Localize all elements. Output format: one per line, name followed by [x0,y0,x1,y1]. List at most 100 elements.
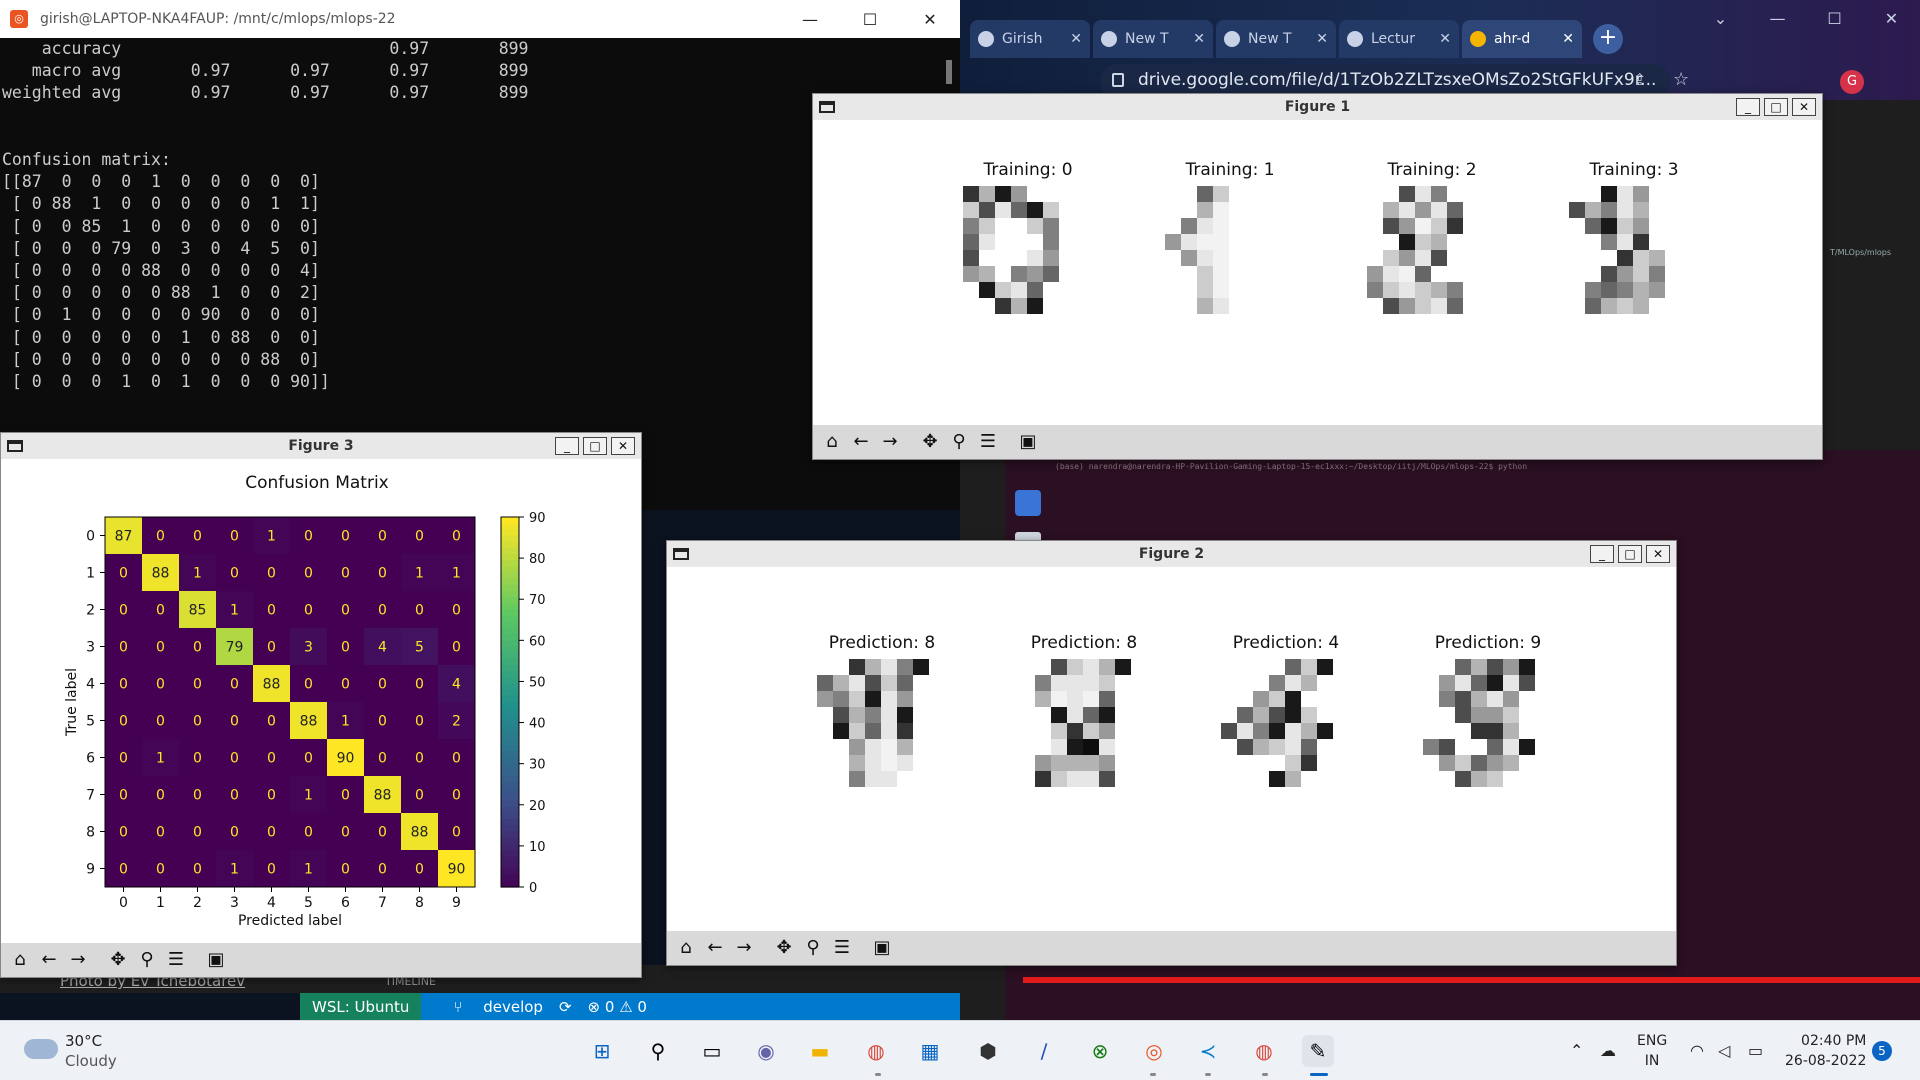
y-tick-label: 2 [86,603,95,619]
weather-temperature[interactable]: 30°C [65,1032,102,1050]
colorbar-segment [501,597,519,604]
browser-tab[interactable]: New T ✕ [1093,20,1213,58]
close-tab-icon[interactable]: ✕ [1562,31,1574,47]
cloud-icon[interactable] [24,1039,58,1059]
close-icon[interactable]: ✕ [611,437,635,455]
configure-icon[interactable]: ☰ [163,947,189,973]
close-icon[interactable]: ✕ [1792,98,1816,116]
cell-value-label: 1 [452,566,461,582]
maximize-icon[interactable]: □ [1618,545,1642,563]
figure-titlebar[interactable]: Figure 2 _ □ ✕ [667,541,1676,567]
zoom-icon[interactable]: ⚲ [800,935,826,961]
minimize-icon[interactable]: _ [1736,98,1760,116]
browser-tab[interactable]: Lectur ✕ [1339,20,1459,58]
colorbar-segment [501,868,519,876]
vscode-icon[interactable]: ≺ [1192,1035,1224,1067]
star-icon[interactable]: ☆ [1673,69,1689,90]
close-tab-icon[interactable]: ✕ [1439,31,1451,47]
mathtype-icon[interactable]: ∕ [1028,1035,1060,1067]
pan-icon[interactable]: ✥ [771,935,797,961]
volume-icon[interactable]: ◁ [1718,1041,1730,1060]
cell-value-label: 0 [230,788,239,804]
zoom-icon[interactable]: ⚲ [134,947,160,973]
lock-icon[interactable] [1112,73,1124,87]
terminal-titlebar[interactable]: ◎ girish@LAPTOP-NKA4FAUP: /mnt/c/mlops/m… [0,0,960,38]
file-explorer-icon[interactable]: ▬ [804,1035,836,1067]
weather-description[interactable]: Cloudy [65,1052,117,1070]
new-tab-button[interactable]: + [1593,24,1623,54]
minimize-icon[interactable]: — [1749,0,1806,38]
home-icon[interactable]: ⌂ [7,947,33,973]
scrollbar[interactable] [946,60,952,84]
minimize-icon[interactable]: _ [1590,545,1614,563]
start-icon[interactable]: ⊞ [586,1035,618,1067]
configure-icon[interactable]: ☰ [975,429,1001,455]
browser-tab[interactable]: New T ✕ [1216,20,1336,58]
wifi-icon[interactable]: ◠ [1690,1041,1704,1060]
figure-titlebar[interactable]: Figure 1 _ □ ✕ [813,94,1822,120]
save-icon[interactable]: ▣ [869,935,895,961]
minimize-icon[interactable]: _ [555,437,579,455]
figure-titlebar[interactable]: Figure 3 _ □ ✕ [1,433,641,459]
xbox-icon[interactable]: ⊗ [1084,1035,1116,1067]
pan-icon[interactable]: ✥ [917,429,943,455]
close-icon[interactable]: ✕ [1863,0,1920,38]
dock-app-icon[interactable] [1015,490,1041,516]
chrome-tab-strip: Girish ✕ New T ✕ New T ✕ Lectur ✕ ahr-d ✕ + [970,18,1623,58]
clock[interactable]: 02:40 PM 26-08-2022 [1785,1031,1866,1071]
problems-indicator[interactable]: ⊗ 0 ⚠ 0 [588,998,647,1016]
task-view-icon[interactable]: ▭ [696,1035,728,1067]
close-icon[interactable]: ✕ [900,10,960,29]
minimize-icon[interactable]: — [780,10,840,29]
url-text[interactable]: drive.google.com/file/d/1TzOb2ZLTzsxeOMs… [1138,70,1656,90]
virtualbox-icon[interactable]: ⬢ [972,1035,1004,1067]
ubuntu-icon[interactable]: ◎ [1138,1035,1170,1067]
browser-tab-active[interactable]: ahr-d ✕ [1462,20,1582,58]
pan-icon[interactable]: ✥ [105,947,131,973]
close-tab-icon[interactable]: ✕ [1193,31,1205,47]
sync-icon[interactable]: ⟳ [559,998,572,1016]
maximize-icon[interactable]: ☐ [1806,0,1863,38]
profile-avatar[interactable]: G [1840,70,1864,94]
back-icon[interactable]: ← [848,429,874,455]
language-indicator[interactable]: ENG IN [1637,1031,1667,1071]
python-figure-icon[interactable]: ✎ [1302,1035,1334,1067]
back-icon[interactable]: ← [36,947,62,973]
cell-value-label: 0 [267,788,276,804]
forward-icon[interactable]: → [65,947,91,973]
home-icon[interactable]: ⌂ [819,429,845,455]
close-tab-icon[interactable]: ✕ [1316,31,1328,47]
configure-icon[interactable]: ☰ [829,935,855,961]
classroom-icon [1347,31,1363,47]
maximize-icon[interactable]: □ [1764,98,1788,116]
back-icon[interactable]: ← [702,935,728,961]
cell-value-label: 2 [452,714,461,730]
chrome-profile-icon[interactable]: ◍ [1248,1035,1280,1067]
notification-badge[interactable]: 5 [1872,1041,1892,1061]
search-icon[interactable]: ⚲ [642,1035,674,1067]
forward-icon[interactable]: → [731,935,757,961]
remote-indicator[interactable]: WSL: Ubuntu [300,993,422,1020]
home-icon[interactable]: ⌂ [673,935,699,961]
colorbar-segment [501,578,519,586]
cell-value-label: 0 [230,751,239,767]
store-icon[interactable]: ▦ [914,1035,946,1067]
battery-icon[interactable]: ▭ [1748,1041,1763,1060]
tab-search-icon[interactable]: ⌄ [1692,0,1749,38]
onedrive-icon[interactable]: ☁ [1600,1041,1616,1060]
chrome-icon[interactable]: ◍ [860,1035,892,1067]
save-icon[interactable]: ▣ [203,947,229,973]
maximize-icon[interactable]: ☐ [840,10,900,29]
browser-tab[interactable]: Girish ✕ [970,20,1090,58]
cell-value-label: 0 [230,529,239,545]
close-tab-icon[interactable]: ✕ [1070,31,1082,47]
close-icon[interactable]: ✕ [1646,545,1670,563]
branch-indicator[interactable]: ⑂ develop [437,998,543,1016]
forward-icon[interactable]: → [877,429,903,455]
share-icon[interactable]: ⇪ [1633,70,1646,89]
teams-chat-icon[interactable]: ◉ [750,1035,782,1067]
save-icon[interactable]: ▣ [1015,429,1041,455]
maximize-icon[interactable]: □ [583,437,607,455]
chevron-up-icon[interactable]: ⌃ [1570,1041,1583,1060]
zoom-icon[interactable]: ⚲ [946,429,972,455]
